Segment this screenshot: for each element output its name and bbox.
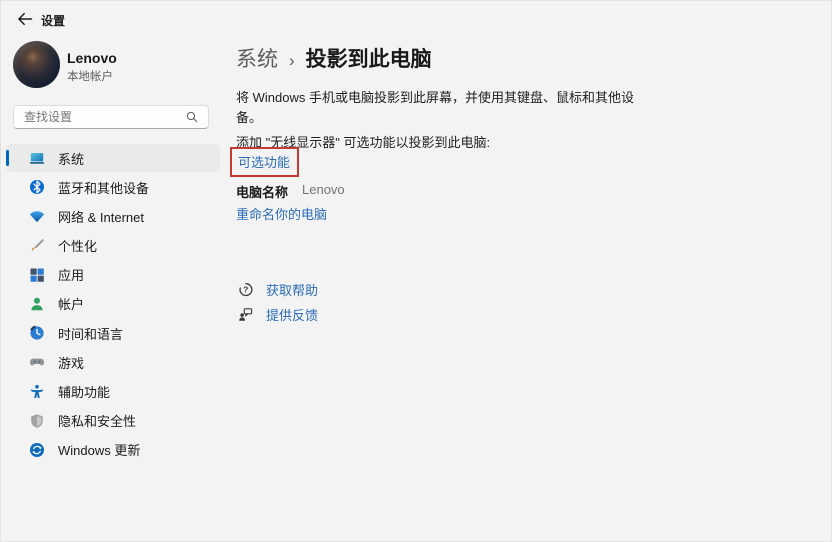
sidebar-item-label: 时间和语言: [58, 326, 124, 342]
help-section: ? 获取帮助提供反馈: [238, 277, 318, 327]
sidebar-item-bluetooth[interactable]: 蓝牙和其他设备: [6, 173, 220, 201]
user-account-type: 本地帐户: [67, 71, 113, 83]
back-button[interactable]: [16, 10, 34, 28]
annotation-highlight-box: 可选功能: [230, 147, 300, 177]
page-description: 将 Windows 手机或电脑投影到此屏幕，并使用其键盘、鼠标和其他设备。: [236, 90, 634, 125]
apps-icon: [29, 267, 45, 283]
gaming-icon: [29, 354, 45, 370]
breadcrumb-parent[interactable]: 系统: [236, 43, 278, 73]
sidebar-item-apps[interactable]: 应用: [6, 261, 220, 289]
sidebar-item-network[interactable]: 网络 & Internet: [6, 202, 220, 230]
sidebar-item-system[interactable]: 系统: [6, 144, 220, 172]
sidebar-item-windows-update[interactable]: Windows 更新: [6, 436, 220, 464]
sidebar-item-label: 蓝牙和其他设备: [58, 180, 150, 196]
page-title: 投影到此电脑: [305, 48, 432, 71]
pc-name-label: 电脑名称: [236, 185, 289, 200]
feedback-icon: [238, 307, 253, 322]
give-feedback-link[interactable]: 提供反馈: [238, 302, 318, 327]
user-avatar[interactable]: [13, 41, 60, 88]
system-icon: [29, 150, 45, 166]
breadcrumb: 系统 › 投影到此电脑: [236, 43, 432, 73]
optional-features-link[interactable]: 可选功能: [238, 155, 290, 170]
rename-row: 重命名你的电脑: [236, 204, 327, 223]
network-icon: [29, 208, 45, 224]
sidebar-item-privacy-security[interactable]: 隐私和安全性: [6, 407, 220, 435]
app-title: 设置: [41, 14, 66, 28]
back-arrow-icon: [18, 12, 33, 26]
sidebar-item-personalization[interactable]: 个性化: [6, 232, 220, 260]
sidebar-item-label: 网络 & Internet: [58, 209, 144, 225]
selected-indicator: [6, 150, 9, 166]
help-link-label: 提供反馈: [266, 308, 319, 323]
personalization-icon: [29, 238, 45, 254]
optional-feature-hint: 添加 "无线显示器" 可选功能以投影到此电脑:: [236, 135, 491, 150]
pc-name-value: Lenovo: [302, 182, 345, 197]
sidebar-item-gaming[interactable]: 游戏: [6, 348, 220, 376]
help-icon: ?: [238, 282, 253, 297]
pc-name-row: 电脑名称 Lenovo: [236, 182, 345, 201]
update-icon: [29, 442, 45, 458]
titlebar: 设置: [1, 1, 831, 37]
time-language-icon: [29, 325, 45, 341]
sidebar-item-label: 系统: [58, 151, 85, 167]
sidebar-item-label: 个性化: [58, 239, 98, 255]
rename-pc-link[interactable]: 重命名你的电脑: [236, 207, 327, 222]
privacy-icon: [29, 413, 45, 429]
accessibility-icon: [29, 384, 45, 400]
search-input[interactable]: [14, 110, 185, 124]
search-icon: [185, 110, 199, 124]
get-help-link[interactable]: ? 获取帮助: [238, 277, 318, 302]
sidebar-item-label: 应用: [58, 268, 85, 284]
breadcrumb-separator-icon: ›: [289, 51, 295, 70]
accounts-icon: [29, 296, 45, 312]
sidebar-item-label: Windows 更新: [58, 443, 141, 459]
sidebar-item-accounts[interactable]: 帐户: [6, 290, 220, 318]
svg-text:?: ?: [243, 285, 248, 295]
sidebar-item-label: 辅助功能: [58, 385, 111, 400]
sidebar-item-accessibility[interactable]: 辅助功能: [6, 378, 220, 406]
search-box[interactable]: [13, 105, 209, 129]
sidebar-item-label: 帐户: [58, 297, 85, 313]
sidebar-nav: 系统蓝牙和其他设备 网络 & Internet 个性化应用帐户时间和语言游戏辅助功能…: [6, 144, 220, 465]
sidebar-item-label: 隐私和安全性: [58, 414, 137, 430]
user-name: Lenovo: [67, 50, 117, 66]
sidebar-item-time-language[interactable]: 时间和语言: [6, 319, 220, 347]
sidebar-item-label: 游戏: [58, 355, 85, 371]
help-link-label: 获取帮助: [266, 283, 319, 298]
bluetooth-icon: [29, 179, 45, 195]
